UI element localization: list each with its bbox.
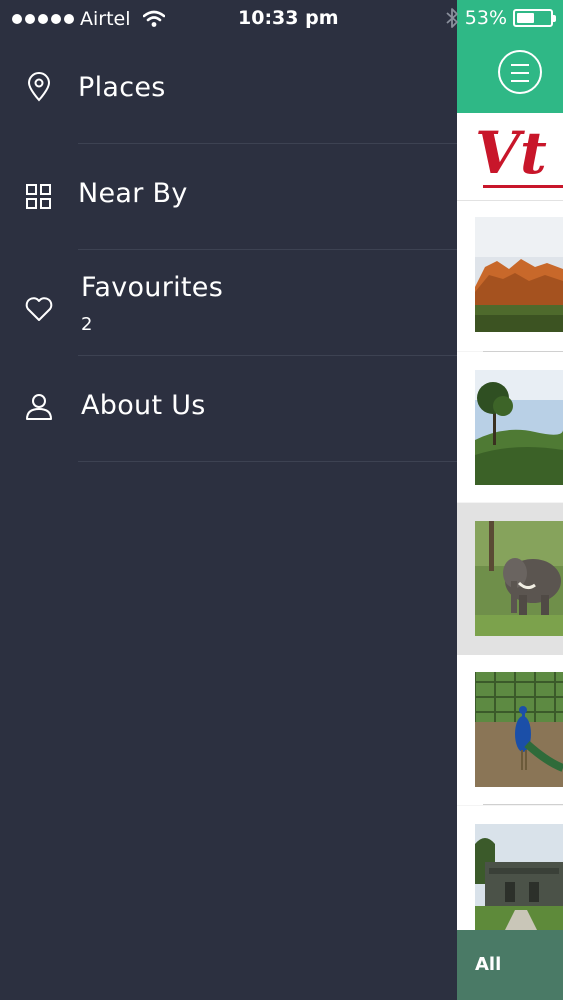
heart-icon: [25, 297, 53, 321]
brand-logo-bar: Vt: [457, 113, 563, 201]
place-thumbnail-rocks: [475, 217, 563, 332]
status-time: 10:33 pm: [238, 7, 339, 29]
menu-toggle-button[interactable]: [498, 50, 542, 94]
divider: [78, 461, 457, 462]
bluetooth-icon: [446, 8, 458, 28]
status-right: 53%: [445, 7, 556, 29]
favourites-count: 2: [81, 314, 93, 335]
carrier-name: Airtel: [80, 8, 131, 30]
menu-item-favourites[interactable]: Favourites 2: [0, 250, 457, 356]
place-thumbnail-peacock: [475, 672, 563, 787]
brand-underline: [483, 185, 563, 188]
place-thumbnail-hills: [475, 370, 563, 485]
signal-strength-icon: [12, 14, 74, 24]
brand-logo: Vt: [475, 119, 547, 187]
menu-item-label: About Us: [81, 390, 206, 421]
side-menu: Places Near By Favourites 2 About Us: [0, 38, 457, 462]
filter-all-tab[interactable]: All: [475, 954, 501, 975]
battery-fill: [517, 13, 534, 23]
menu-item-label: Places: [78, 72, 166, 103]
location-pin-icon: [27, 72, 51, 102]
place-thumbnail-temple: [475, 824, 563, 930]
menu-item-near-by[interactable]: Near By: [0, 144, 457, 250]
filter-bar: All: [457, 930, 563, 1000]
wifi-icon: [142, 10, 165, 27]
menu-item-about-us[interactable]: About Us: [0, 356, 457, 462]
user-icon: [26, 394, 52, 420]
menu-item-label: Near By: [78, 178, 188, 209]
battery-icon: [513, 9, 556, 27]
status-left: Airtel: [12, 8, 165, 30]
grid-icon: [26, 184, 51, 209]
battery-percent: 53%: [464, 7, 507, 29]
main-content-panel[interactable]: Vt All: [457, 0, 563, 1000]
menu-item-label: Favourites: [81, 272, 224, 303]
status-bar: Airtel 10:33 pm 53%: [0, 0, 563, 38]
card-divider: [483, 804, 563, 805]
menu-item-places[interactable]: Places: [0, 38, 457, 144]
place-thumbnail-elephant: [475, 521, 563, 636]
